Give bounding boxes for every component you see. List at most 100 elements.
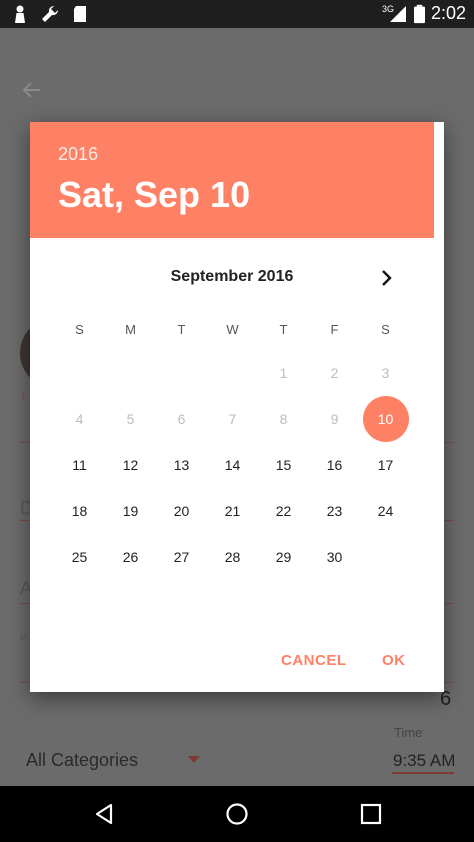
day-number: 8 (279, 411, 288, 427)
scrollbar (434, 122, 444, 238)
day-number: 29 (275, 549, 292, 565)
weekday-label: F (330, 322, 339, 337)
time-underline (392, 772, 454, 774)
calendar-week: 18 19 20 21 22 23 24 (54, 488, 411, 534)
recents-square-icon[interactable] (359, 802, 383, 826)
day-number: 9 (330, 411, 339, 427)
day-cell[interactable]: 29 (258, 534, 309, 580)
sd-card-icon (74, 6, 86, 22)
wrench-icon (42, 5, 59, 22)
day-number: 22 (275, 503, 292, 519)
field-label-fragment: T (20, 392, 27, 403)
day-number: 20 (173, 503, 190, 519)
day-cell[interactable]: 25 (54, 534, 105, 580)
battery-icon (413, 4, 425, 23)
cancel-button[interactable]: CANCEL (281, 652, 347, 669)
time-field[interactable]: 9:35 AM (393, 751, 455, 771)
weekday-label: T (177, 322, 186, 337)
category-select[interactable]: All Categories (26, 750, 138, 771)
date-picker-header: 2016 Sat, Sep 10 (30, 122, 434, 238)
empty-day-cell (207, 350, 258, 396)
day-cell[interactable]: 16 (309, 442, 360, 488)
back-triangle-icon[interactable] (92, 802, 116, 826)
day-number: 1 (279, 365, 288, 381)
calendar-week: 11 12 13 14 15 16 17 (54, 442, 411, 488)
day-cell: 9 (309, 396, 360, 442)
home-circle-icon[interactable] (225, 802, 249, 826)
day-number: 13 (173, 457, 190, 473)
calendar-grid: 1 2 3 4 5 6 7 8 9 10 11 12 13 14 15 16 17 18 19 20 21 22 23 24 2… (54, 350, 411, 580)
field-fragment-p: P (20, 634, 27, 645)
empty-day-cell (360, 534, 411, 580)
day-cell: 5 (105, 396, 156, 442)
day-number: 28 (224, 549, 241, 565)
empty-day-cell (156, 350, 207, 396)
day-cell[interactable]: 28 (207, 534, 258, 580)
day-cell[interactable]: 22 (258, 488, 309, 534)
day-number: 24 (377, 503, 394, 519)
day-cell[interactable]: 15 (258, 442, 309, 488)
day-number: 25 (71, 549, 88, 565)
day-number: 18 (71, 503, 88, 519)
day-number: 12 (122, 457, 139, 473)
day-cell-selected[interactable]: 10 (360, 396, 411, 442)
header-selected-date[interactable]: Sat, Sep 10 (58, 174, 250, 216)
day-number: 30 (326, 549, 343, 565)
day-cell[interactable]: 30 (309, 534, 360, 580)
status-clock: 2:02 (430, 3, 466, 23)
day-cell[interactable]: 11 (54, 442, 105, 488)
empty-day-cell (105, 350, 156, 396)
day-cell[interactable]: 12 (105, 442, 156, 488)
calendar-week: 4 5 6 7 8 9 10 (54, 396, 411, 442)
day-cell[interactable]: 26 (105, 534, 156, 580)
day-cell[interactable]: 27 (156, 534, 207, 580)
day-cell: 2 (309, 350, 360, 396)
day-cell[interactable]: 19 (105, 488, 156, 534)
day-cell: 1 (258, 350, 309, 396)
status-notifications (10, 4, 90, 24)
day-cell: 7 (207, 396, 258, 442)
weekday-header: SMTWTFS (54, 322, 411, 337)
network-type: 3G (381, 3, 394, 14)
back-arrow-icon[interactable] (20, 78, 44, 102)
day-number: 4 (75, 411, 84, 427)
day-cell[interactable]: 23 (309, 488, 360, 534)
day-cell[interactable]: 17 (360, 442, 411, 488)
day-number: 26 (122, 549, 139, 565)
weekday-label: S (75, 322, 84, 337)
person-icon (15, 5, 25, 23)
ok-button[interactable]: OK (382, 652, 406, 669)
day-cell[interactable]: 13 (156, 442, 207, 488)
day-number: 16 (326, 457, 343, 473)
day-cell[interactable]: 20 (156, 488, 207, 534)
day-cell[interactable]: 14 (207, 442, 258, 488)
day-cell[interactable]: 18 (54, 488, 105, 534)
day-number: 7 (228, 411, 237, 427)
signal-indicator: 3G (382, 4, 408, 24)
day-cell[interactable]: 21 (207, 488, 258, 534)
day-number: 19 (122, 503, 139, 519)
day-number: 5 (126, 411, 135, 427)
calendar-week: 1 2 3 (54, 350, 411, 396)
navigation-bar (0, 786, 474, 842)
weekday-label: W (226, 322, 239, 337)
day-cell[interactable]: 24 (360, 488, 411, 534)
chevron-right-icon[interactable] (374, 266, 398, 290)
day-number: 23 (326, 503, 343, 519)
weekday-label: S (381, 322, 390, 337)
day-number: 10 (377, 411, 394, 427)
day-cell: 3 (360, 350, 411, 396)
date-picker-dialog: 2016 Sat, Sep 10 September 2016 SMTWTFS … (30, 122, 444, 692)
day-number: 27 (173, 549, 190, 565)
day-number: 17 (377, 457, 394, 473)
day-cell: 8 (258, 396, 309, 442)
weekday-label: M (125, 322, 136, 337)
day-cell: 4 (54, 396, 105, 442)
day-number: 21 (224, 503, 241, 519)
weekday-label: T (279, 322, 288, 337)
dropdown-caret-icon[interactable] (188, 756, 200, 763)
day-number: 14 (224, 457, 241, 473)
day-number: 3 (381, 365, 390, 381)
header-year[interactable]: 2016 (58, 144, 98, 165)
day-cell: 6 (156, 396, 207, 442)
